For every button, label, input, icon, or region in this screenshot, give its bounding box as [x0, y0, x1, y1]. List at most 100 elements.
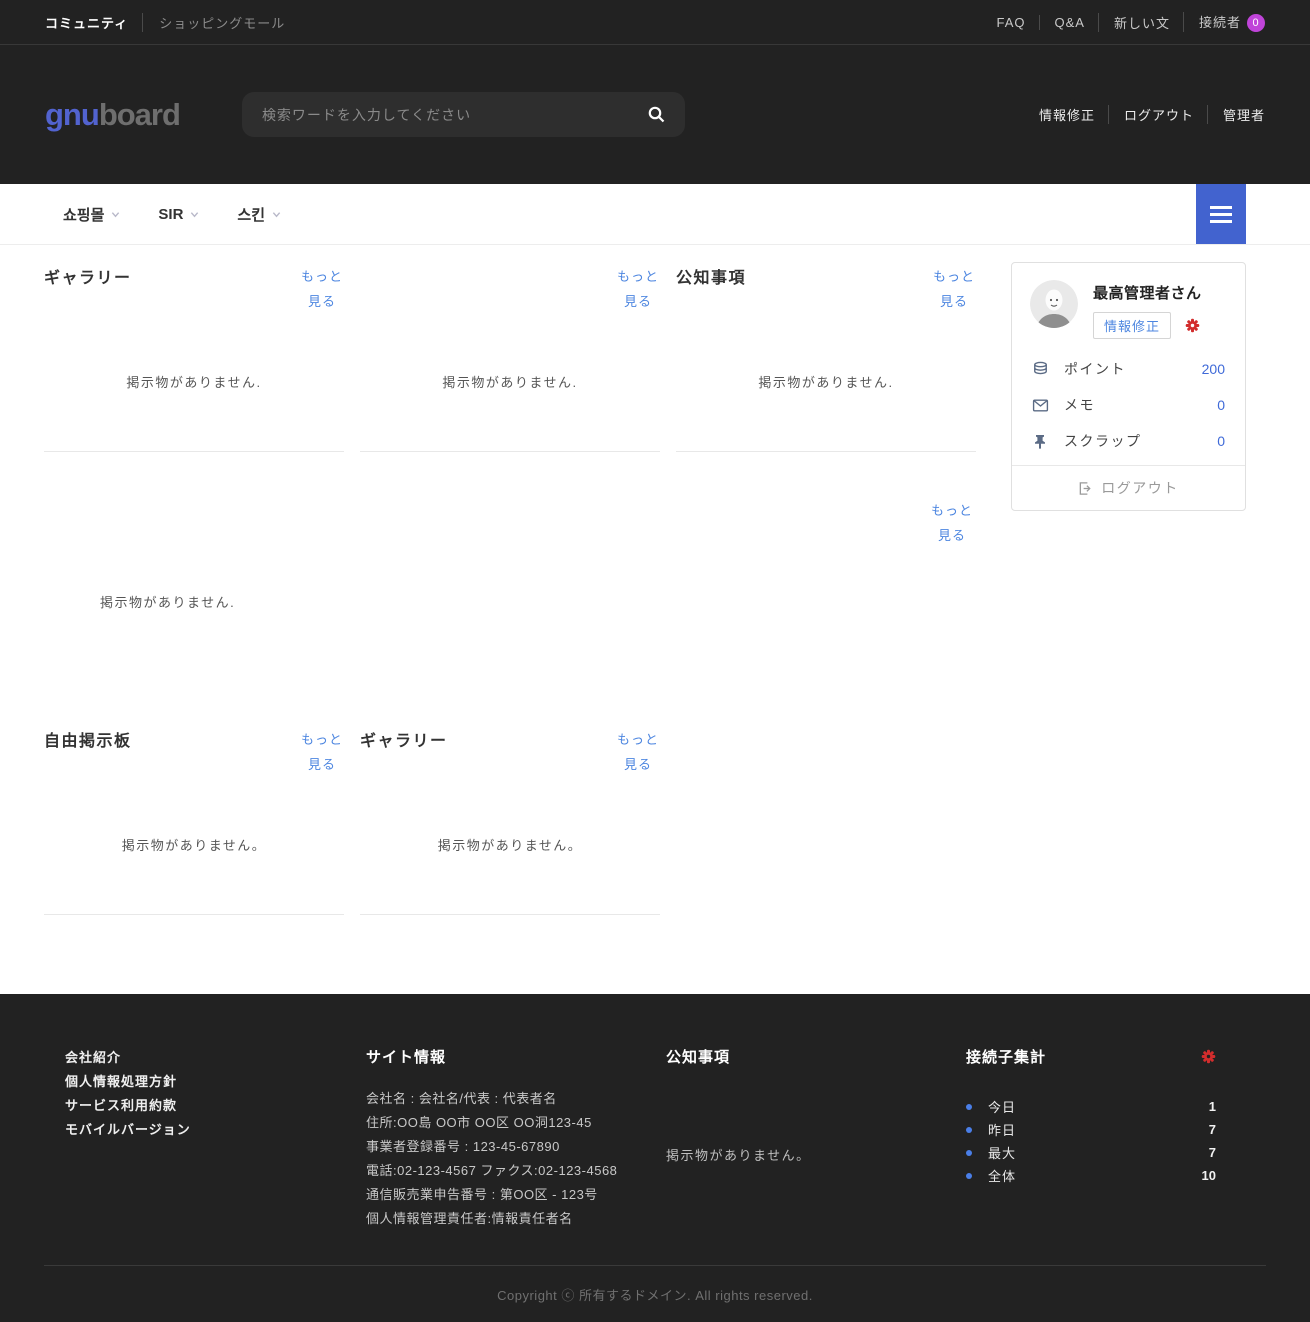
- widget-row-1: ギャラリー もっと見る 掲示物がありません. もっと見る 掲示物がありません. …: [44, 262, 976, 452]
- topbar-item-shopping-mall[interactable]: ショッピングモール: [142, 13, 285, 32]
- header-admin-link[interactable]: 管理者: [1207, 105, 1265, 124]
- widget-free-board: 自由掲示板 もっと見る 掲示物がありません。: [44, 725, 344, 915]
- logo-text-board: board: [99, 97, 180, 132]
- nav-item-label: SIR: [158, 206, 183, 223]
- chevron-down-icon: [111, 210, 120, 219]
- visitor-stat-value: 1: [1209, 1099, 1216, 1114]
- site-info-title: サイト情報: [366, 1046, 666, 1067]
- widget-title: 公知事項: [676, 264, 746, 312]
- visitor-stat-row: 全体 10: [966, 1164, 1216, 1187]
- site-footer: 会社紹介 個人情報処理方針 サービス利用約款 モバイルバージョン サイト情報 会…: [0, 994, 1310, 1322]
- widget-row-2: もっと見る 掲示物がありません.: [44, 452, 976, 707]
- gear-icon: [1201, 1049, 1216, 1064]
- visitor-stat-value: 10: [1202, 1168, 1216, 1183]
- nav-item-sir[interactable]: SIR: [158, 206, 199, 223]
- chevron-down-icon: [272, 210, 281, 219]
- more-link[interactable]: もっと見る: [616, 264, 660, 312]
- empty-message: 掲示物がありません.: [100, 592, 235, 611]
- visitor-stat-label: 昨日: [988, 1120, 1016, 1139]
- widget-title: ギャラリー: [360, 727, 448, 775]
- logout-icon: [1078, 481, 1093, 496]
- header-edit-info-link[interactable]: 情報修正: [1039, 105, 1095, 124]
- footer-notice-title: 公知事項: [666, 1046, 966, 1067]
- sidebar-logout-button[interactable]: ログアウト: [1012, 465, 1245, 510]
- footer-link-company[interactable]: 会社紹介: [65, 1046, 366, 1070]
- logout-label: ログアウト: [1101, 478, 1179, 498]
- search-bar: [242, 92, 685, 137]
- mail-icon: [1032, 397, 1049, 414]
- footer-link-privacy[interactable]: 個人情報処理方針: [65, 1070, 366, 1094]
- site-logo[interactable]: gnuboard: [45, 97, 180, 133]
- main-navigation: 쇼핑몰 SIR 스킨: [0, 184, 1310, 245]
- search-button[interactable]: [648, 106, 665, 123]
- empty-message: 掲示物がありません。: [122, 835, 267, 854]
- empty-message: 掲示物がありません。: [666, 1145, 966, 1164]
- logo-text-gnu: gnu: [45, 97, 99, 132]
- more-link[interactable]: もっと見る: [930, 498, 974, 548]
- avatar[interactable]: [1030, 280, 1078, 328]
- topbar-item-qna[interactable]: Q&A: [1039, 15, 1085, 30]
- header-logout-link[interactable]: ログアウト: [1108, 105, 1194, 124]
- topbar-item-community[interactable]: コミュニティ: [45, 13, 128, 32]
- widget-untitled: もっと見る 掲示物がありません.: [360, 262, 660, 452]
- settings-gear-button[interactable]: [1185, 318, 1200, 333]
- connectors-label: 接続者: [1199, 15, 1241, 30]
- stat-value: 200: [1202, 361, 1225, 377]
- nav-item-skin[interactable]: 스킨: [237, 204, 281, 225]
- stat-row-scrap[interactable]: スクラップ 0: [1012, 423, 1245, 459]
- gear-icon: [1185, 318, 1200, 333]
- chevron-down-icon: [190, 210, 199, 219]
- more-link[interactable]: もっと見る: [932, 264, 976, 312]
- empty-message: 掲示物がありません.: [758, 372, 893, 391]
- profile-box: 最高管理者さん 情報修正: [1011, 262, 1246, 511]
- footer-notice: 公知事項 掲示物がありません。: [666, 1046, 966, 1265]
- topbar-left-menu: コミュニティ ショッピングモール: [45, 13, 285, 32]
- empty-message: 掲示物がありません。: [438, 835, 583, 854]
- topbar-item-new-posts[interactable]: 新しい文: [1098, 13, 1170, 32]
- username: 最高管理者さん: [1093, 282, 1202, 303]
- bullet-icon: [966, 1127, 972, 1133]
- more-link[interactable]: もっと見る: [300, 264, 344, 312]
- footer-site-info: サイト情報 会社名 : 会社名/代表 : 代表者名 住所:OO島 OO市 OO区…: [366, 1046, 666, 1265]
- stat-label: ポイント: [1064, 359, 1126, 379]
- visitor-stat-value: 7: [1209, 1145, 1216, 1160]
- widget-title: ギャラリー: [44, 264, 132, 312]
- top-utility-bar: コミュニティ ショッピングモール FAQ Q&A 新しい文 接続者 0: [0, 0, 1310, 45]
- coins-icon: [1032, 361, 1049, 378]
- visitor-stats-title: 接続子集計: [966, 1046, 1046, 1067]
- stat-label: スクラップ: [1064, 431, 1142, 451]
- more-link[interactable]: もっと見る: [300, 727, 344, 775]
- site-info-line: 事業者登録番号 : 123-45-67890: [366, 1135, 666, 1159]
- visitor-stat-row: 今日 1: [966, 1095, 1216, 1118]
- copyright-text: Copyright ⓒ 所有するドメイン. All rights reserve…: [44, 1265, 1266, 1322]
- edit-info-button[interactable]: 情報修正: [1093, 312, 1171, 339]
- stat-row-points[interactable]: ポイント 200: [1012, 351, 1245, 387]
- widget-row-3: 自由掲示板 もっと見る 掲示物がありません。 ギャラリー もっと見る 掲示物があ…: [44, 725, 976, 915]
- visitor-stat-value: 7: [1209, 1122, 1216, 1137]
- widget-title: 自由掲示板: [44, 727, 132, 775]
- visitor-stats-list: 今日 1 昨日 7 最大 7 全体 10: [966, 1095, 1216, 1187]
- site-info-line: 個人情報管理責任者:情報責任者名: [366, 1207, 666, 1231]
- more-link[interactable]: もっと見る: [616, 727, 660, 775]
- nav-item-label: 쇼핑몰: [63, 204, 104, 225]
- topbar-item-connectors[interactable]: 接続者 0: [1183, 12, 1265, 33]
- connectors-count-badge: 0: [1247, 14, 1265, 32]
- visitor-stats-gear-button[interactable]: [1201, 1049, 1216, 1064]
- search-icon: [648, 106, 665, 123]
- footer-link-mobile[interactable]: モバイルバージョン: [65, 1118, 366, 1142]
- site-info-line: 通信販売業申告番号 : 第OO区 - 123号: [366, 1183, 666, 1207]
- footer-links-column: 会社紹介 個人情報処理方針 サービス利用約款 モバイルバージョン: [44, 1046, 366, 1265]
- bullet-icon: [966, 1150, 972, 1156]
- all-menu-button[interactable]: [1196, 184, 1246, 244]
- nav-item-shopping[interactable]: 쇼핑몰: [63, 204, 120, 225]
- footer-link-terms[interactable]: サービス利用約款: [65, 1094, 366, 1118]
- member-sidebar: 最高管理者さん 情報修正: [1011, 262, 1246, 915]
- stat-row-memo[interactable]: メモ 0: [1012, 387, 1245, 423]
- site-info-line: 住所:OO島 OO市 OO区 OO洞123-45: [366, 1111, 666, 1135]
- person-icon: [1030, 280, 1078, 328]
- visitor-stat-label: 最大: [988, 1143, 1016, 1162]
- visitor-stat-label: 全体: [988, 1166, 1016, 1185]
- bullet-icon: [966, 1104, 972, 1110]
- topbar-item-faq[interactable]: FAQ: [996, 15, 1025, 30]
- search-input[interactable]: [262, 107, 648, 123]
